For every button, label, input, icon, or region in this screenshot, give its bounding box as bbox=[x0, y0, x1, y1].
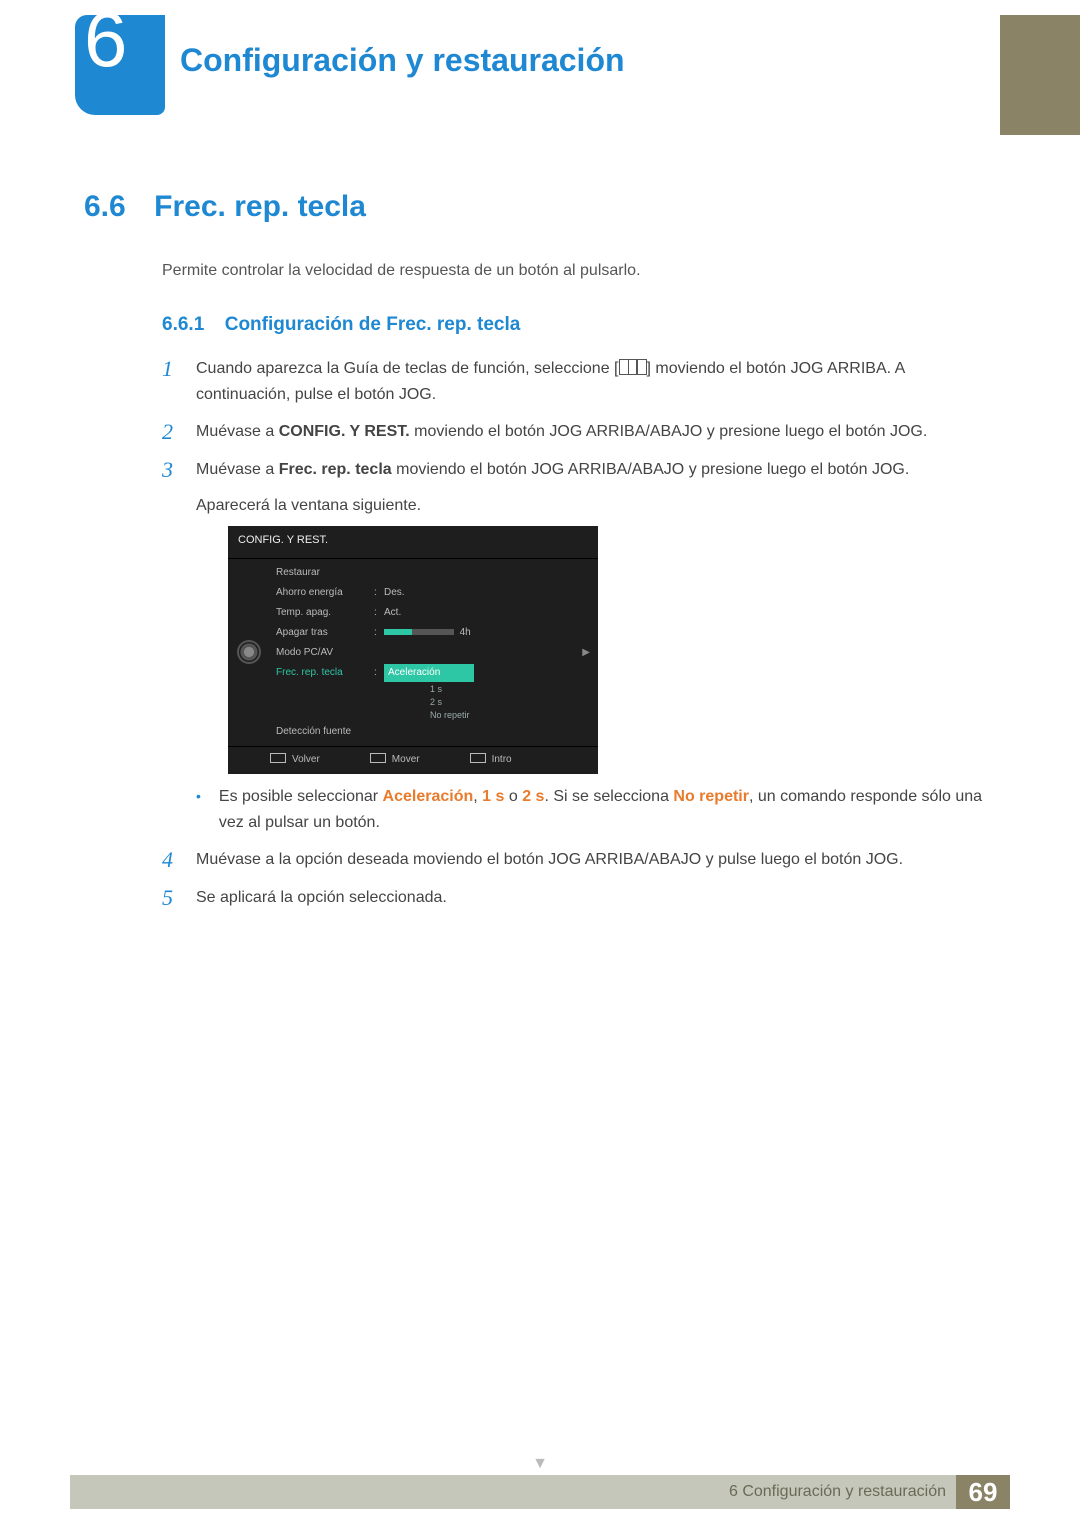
osd-intro: Intro bbox=[470, 752, 512, 768]
subsection-number: 6.6.1 bbox=[162, 314, 204, 336]
subsection-title: Configuración de Frec. rep. tecla bbox=[225, 314, 521, 336]
selected-option: Aceleración bbox=[384, 664, 474, 682]
osd-screenshot: CONFIG. Y REST. Restaurar Ahorro energía… bbox=[228, 526, 598, 774]
osd-title: CONFIG. Y REST. bbox=[228, 526, 598, 559]
chevron-right-icon: ▶ bbox=[582, 645, 590, 661]
step-number: 5 bbox=[162, 885, 178, 911]
footer-bar: 6 Configuración y restauración 69 bbox=[70, 1475, 1010, 1509]
step-4: 4 Muévase a la opción deseada moviendo e… bbox=[162, 847, 1000, 873]
gear-icon bbox=[239, 642, 259, 662]
osd-footer: Volver Mover Intro bbox=[228, 746, 598, 774]
chapter-number: 6 bbox=[84, 0, 127, 85]
step-text: Muévase a CONFIG. Y REST. moviendo el bo… bbox=[196, 419, 927, 445]
bullet-note: • Es posible seleccionar Aceleración, 1 … bbox=[196, 784, 1000, 835]
step-5: 5 Se aplicará la opción seleccionada. bbox=[162, 885, 1000, 911]
scroll-down-icon: ▼ bbox=[0, 1455, 1080, 1473]
osd-menu-list: Restaurar Ahorro energía:Des. Temp. apag… bbox=[270, 559, 598, 746]
footer-page-number: 69 bbox=[956, 1475, 1010, 1509]
osd-mover: Mover bbox=[370, 752, 420, 768]
section-body: 6.6 Frec. rep. tecla Permite controlar l… bbox=[84, 190, 1000, 923]
chapter-title: Configuración y restauración bbox=[180, 42, 625, 79]
step-3: 3 Muévase a Frec. rep. tecla moviendo el… bbox=[162, 457, 1000, 835]
step-number: 1 bbox=[162, 356, 178, 382]
step-number: 4 bbox=[162, 847, 178, 873]
intro-text: Permite controlar la velocidad de respue… bbox=[162, 262, 1000, 280]
slider-icon bbox=[384, 629, 454, 635]
step-number: 2 bbox=[162, 419, 178, 445]
section-title: Frec. rep. tecla bbox=[154, 190, 366, 224]
step-text: Muévase a Frec. rep. tecla moviendo el b… bbox=[196, 457, 1000, 835]
step-text: Se aplicará la opción seleccionada. bbox=[196, 885, 447, 911]
footer-text: 6 Configuración y restauración bbox=[729, 1483, 946, 1501]
bullet-icon: • bbox=[196, 784, 201, 808]
menu-icon bbox=[619, 359, 647, 375]
step-text: Cuando aparezca la Guía de teclas de fun… bbox=[196, 356, 1000, 407]
step-2: 2 Muévase a CONFIG. Y REST. moviendo el … bbox=[162, 419, 1000, 445]
osd-side-icon bbox=[228, 559, 270, 746]
step-number: 3 bbox=[162, 457, 178, 483]
step-text: Muévase a la opción deseada moviendo el … bbox=[196, 847, 903, 873]
top-accent-bar bbox=[1000, 15, 1080, 135]
section-number: 6.6 bbox=[84, 190, 126, 224]
steps-list: 1 Cuando aparezca la Guía de teclas de f… bbox=[162, 356, 1000, 911]
osd-volver: Volver bbox=[270, 752, 320, 768]
step-1: 1 Cuando aparezca la Guía de teclas de f… bbox=[162, 356, 1000, 407]
